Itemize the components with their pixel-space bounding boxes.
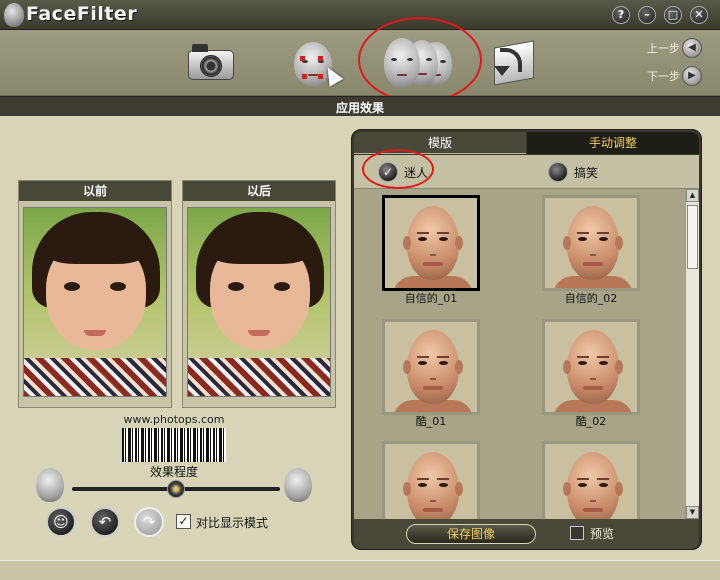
barcode-image bbox=[122, 428, 226, 462]
before-label: 以前 bbox=[19, 181, 171, 201]
save-image-button[interactable]: 保存图像 bbox=[406, 524, 536, 544]
panel-footer: 保存图像 预览 bbox=[354, 519, 699, 549]
highlight-circle bbox=[358, 17, 482, 103]
template-thumb[interactable] bbox=[382, 195, 480, 291]
smiley-icon: ☺ bbox=[53, 513, 69, 531]
before-photo bbox=[23, 207, 167, 397]
undo-button[interactable]: ↶ bbox=[90, 507, 120, 537]
help-button[interactable]: ? bbox=[612, 6, 630, 24]
section-title: 应用效果 bbox=[335, 101, 384, 115]
after-photo bbox=[187, 207, 331, 397]
template-thumb[interactable] bbox=[542, 195, 640, 291]
after-panel: 以后 bbox=[182, 180, 336, 408]
undo-icon: ↶ bbox=[98, 513, 112, 531]
compare-mode-label: 对比显示模式 bbox=[196, 516, 269, 530]
effect-level-label: 效果程度 bbox=[149, 465, 198, 479]
camera-tool-button[interactable] bbox=[184, 36, 240, 92]
scroll-down-button[interactable]: ▼ bbox=[686, 506, 699, 519]
template-label: 自信的_01 bbox=[404, 292, 458, 305]
app-logo-icon bbox=[4, 3, 24, 27]
title-bar: FaceFilter ? – □ ✕ bbox=[0, 0, 720, 30]
prev-step-button[interactable]: ◀ bbox=[682, 38, 702, 58]
template-panel: 模版 手动调整 ✓ 迷人 搞笑 自信的_01 自信的_02 酷_01 酷_02 … bbox=[351, 129, 702, 550]
template-label: 自信的_02 bbox=[564, 292, 618, 305]
status-bar bbox=[0, 560, 720, 580]
scroll-thumb[interactable] bbox=[687, 205, 698, 269]
reset-face-button[interactable]: ☺ bbox=[46, 507, 76, 537]
app-title: FaceFilter bbox=[26, 3, 138, 25]
template-label: 酷_02 bbox=[575, 415, 607, 428]
face-max-icon bbox=[284, 468, 312, 502]
after-label: 以后 bbox=[183, 181, 335, 201]
next-step-button[interactable]: ▶ bbox=[682, 66, 702, 86]
prev-step-label[interactable]: 上一步 bbox=[647, 40, 680, 56]
compare-mode-checkbox[interactable]: ✓ bbox=[176, 514, 191, 529]
scroll-up-button[interactable]: ▲ bbox=[686, 189, 699, 202]
face-min-icon bbox=[36, 468, 64, 502]
effect-level-thumb[interactable] bbox=[167, 480, 185, 498]
redo-icon: ↷ bbox=[142, 513, 156, 531]
watermark-url: www.photops.com bbox=[123, 413, 225, 426]
before-panel: 以前 bbox=[18, 180, 172, 408]
tab-manual-adjust[interactable]: 手动调整 bbox=[527, 132, 699, 154]
redo-button[interactable]: ↷ bbox=[134, 507, 164, 537]
template-thumb[interactable] bbox=[382, 319, 480, 415]
template-scrollbar[interactable]: ▲ ▼ bbox=[685, 189, 699, 519]
minimize-button[interactable]: – bbox=[638, 6, 656, 24]
template-grid: 自信的_01 自信的_02 酷_01 酷_02 bbox=[354, 189, 685, 519]
export-tool-button[interactable] bbox=[486, 36, 542, 92]
template-thumb[interactable] bbox=[542, 319, 640, 415]
template-thumb[interactable] bbox=[542, 441, 640, 519]
close-button[interactable]: ✕ bbox=[690, 6, 708, 24]
template-label: 酷_01 bbox=[415, 415, 447, 428]
mode-funny-radio[interactable] bbox=[548, 162, 568, 182]
template-thumb[interactable] bbox=[382, 441, 480, 519]
maximize-button[interactable]: □ bbox=[664, 6, 682, 24]
highlight-circle bbox=[362, 149, 434, 189]
preview-label[interactable]: 预览 bbox=[590, 525, 614, 542]
preview-checkbox[interactable] bbox=[570, 526, 584, 540]
next-step-label[interactable]: 下一步 bbox=[647, 68, 680, 84]
section-header: 应用效果 bbox=[0, 96, 720, 116]
face-select-tool-button[interactable] bbox=[288, 36, 344, 92]
mode-funny-label[interactable]: 搞笑 bbox=[574, 164, 598, 181]
